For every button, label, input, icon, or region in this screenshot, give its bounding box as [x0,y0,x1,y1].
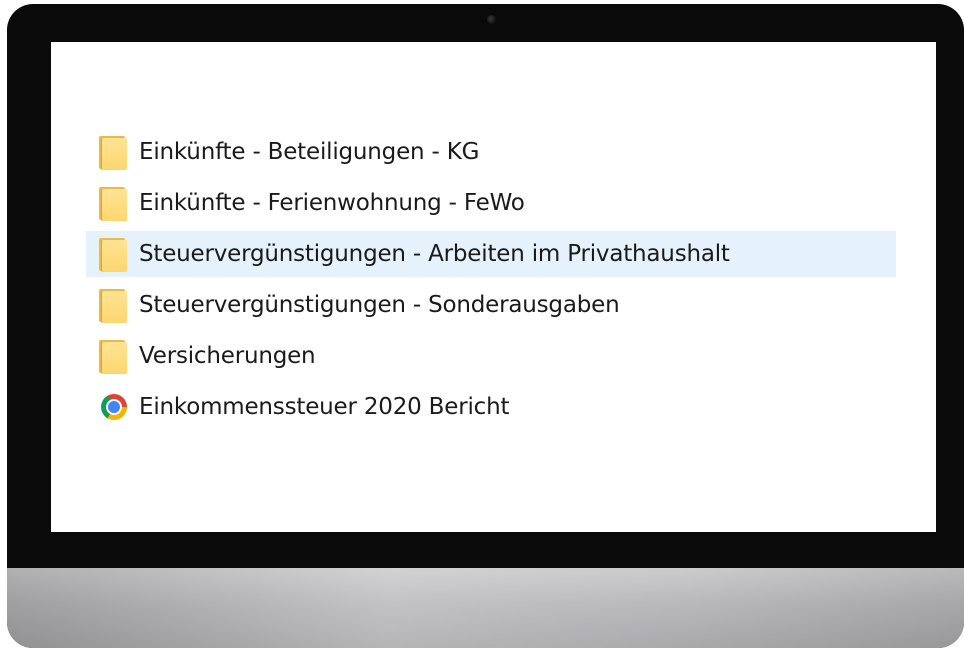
list-item[interactable]: Einkünfte - Ferienwohnung - FeWo [86,180,896,226]
file-list: Einkünfte - Beteiligungen - KG Einkünfte… [86,129,896,435]
list-item-label: Einkommenssteuer 2020 Bericht [139,394,510,420]
list-item[interactable]: Einkünfte - Beteiligungen - KG [86,129,896,175]
folder-icon [99,287,129,323]
list-item-label: Steuervergünstigungen - Arbeiten im Priv… [139,241,730,267]
list-item-label: Einkünfte - Beteiligungen - KG [139,139,480,165]
chrome-icon [99,389,129,425]
list-item-selected[interactable]: Steuervergünstigungen - Arbeiten im Priv… [86,231,896,277]
monitor-chin [7,568,964,648]
screen: Einkünfte - Beteiligungen - KG Einkünfte… [51,42,936,532]
list-item-label: Versicherungen [139,343,316,369]
folder-icon [99,338,129,374]
list-item[interactable]: Steuervergünstigungen - Sonderausgaben [86,282,896,328]
folder-icon [99,236,129,272]
list-item-label: Steuervergünstigungen - Sonderausgaben [139,292,620,318]
list-item[interactable]: Einkommenssteuer 2020 Bericht [86,384,896,430]
folder-icon [99,134,129,170]
list-item-label: Einkünfte - Ferienwohnung - FeWo [139,190,525,216]
monitor-frame: Einkünfte - Beteiligungen - KG Einkünfte… [7,4,964,648]
list-item[interactable]: Versicherungen [86,333,896,379]
folder-icon [99,185,129,221]
webcam-dot [487,15,496,24]
